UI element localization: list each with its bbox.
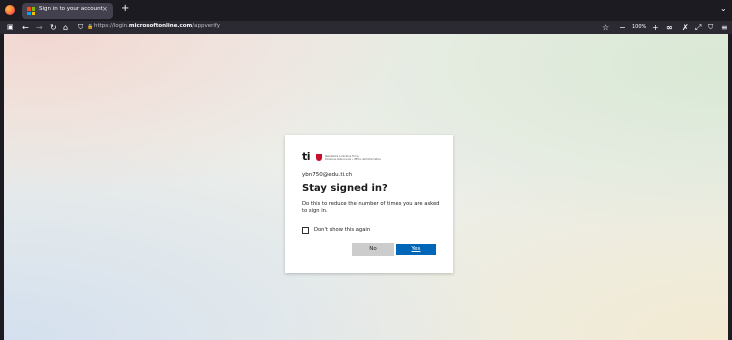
account-email: ybn750@edu.ti.ch — [302, 172, 353, 178]
tab-title: Sign in to your account — [39, 6, 103, 12]
tracking-shield-icon[interactable]: ⛉ — [78, 22, 83, 33]
fullscreen-icon[interactable]: ⤢ — [695, 22, 701, 33]
lock-icon[interactable]: 🔒 — [87, 22, 93, 33]
no-button[interactable]: No — [352, 243, 394, 256]
forward-icon[interactable]: → — [36, 22, 43, 33]
url-bar[interactable]: https://login.microsoftonline.com/appver… — [94, 23, 220, 29]
shield-emblem-icon — [316, 154, 322, 161]
dialog-title: Stay signed in? — [302, 183, 388, 194]
yes-button[interactable]: Yes — [395, 243, 437, 256]
account-shield-icon[interactable]: ⛉ — [708, 22, 713, 33]
zoom-out-icon[interactable]: − — [619, 22, 626, 33]
dont-show-again-row[interactable]: Don't show this again — [302, 226, 370, 234]
extensions-icon[interactable]: ✗ — [682, 22, 689, 33]
reader-glasses-icon[interactable]: ∞ — [666, 22, 673, 33]
dont-show-again-checkbox[interactable] — [302, 226, 309, 234]
dialog-description: Do this to reduce the number of times yo… — [302, 201, 440, 214]
browser-navbar: ▣ ← → ↻ ⌂ ⛉ 🔒 https://login.microsoftonl… — [0, 21, 732, 34]
browser-tabbar: Sign in to your account × + ⌄ — [0, 0, 732, 21]
org-logo-mark: ti — [302, 150, 311, 163]
home-icon[interactable]: ⌂ — [63, 22, 68, 33]
url-domain: microsoftonline.com — [128, 23, 193, 29]
zoom-level[interactable]: 100% — [632, 22, 646, 33]
url-prefix: https://login. — [94, 23, 129, 29]
stay-signed-in-dialog: ti Repubblica e Cantone Ticino Divisione… — [285, 135, 453, 273]
url-path: /appverify — [192, 23, 221, 29]
bookmark-star-icon[interactable]: ☆ — [602, 22, 609, 33]
sidebar-icon[interactable]: ▣ — [7, 22, 14, 33]
org-name: Repubblica e Cantone Ticino Divisione de… — [325, 155, 381, 161]
new-tab-icon[interactable]: + — [121, 3, 129, 15]
firefox-logo-icon[interactable] — [5, 5, 15, 15]
close-tab-icon[interactable]: × — [102, 5, 108, 13]
microsoft-logo-icon — [27, 7, 35, 15]
dont-show-again-label[interactable]: Don't show this again — [314, 227, 370, 233]
back-icon[interactable]: ← — [22, 22, 29, 33]
browser-tab[interactable]: Sign in to your account × — [22, 3, 113, 19]
tab-list-icon[interactable]: ⌄ — [720, 4, 727, 13]
zoom-in-icon[interactable]: + — [652, 22, 659, 33]
reload-icon[interactable]: ↻ — [50, 22, 57, 33]
app-menu-icon[interactable]: ≡ — [721, 22, 728, 33]
